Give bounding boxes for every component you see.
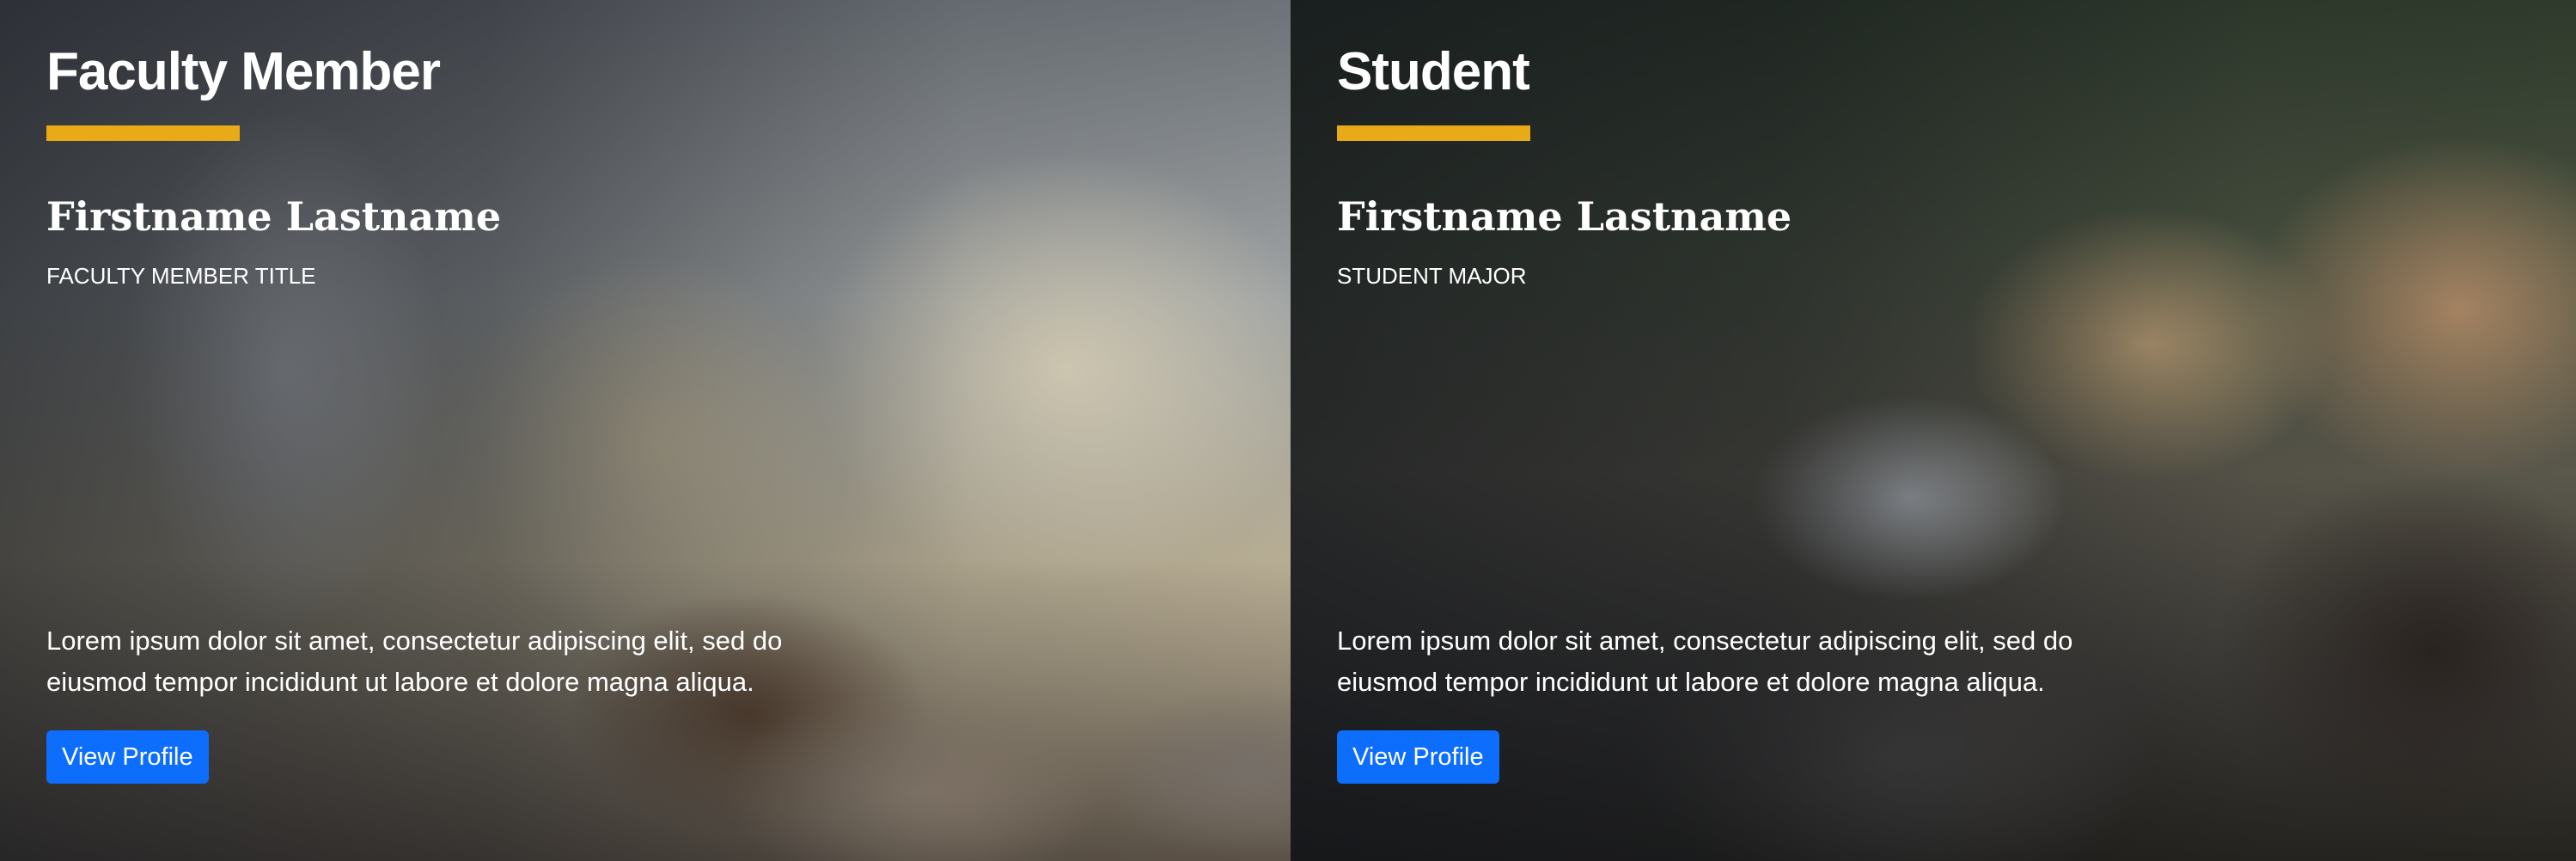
view-profile-button[interactable]: View Profile (46, 730, 209, 784)
faculty-card: Faculty Member Firstname Lastname FACULT… (0, 0, 1291, 861)
student-card-content: Student Firstname Lastname STUDENT MAJOR… (1337, 0, 2576, 861)
card-heading: Student (1337, 42, 1530, 101)
accent-bar (46, 125, 240, 141)
accent-bar (1337, 125, 1530, 141)
card-description: Lorem ipsum dolor sit amet, consectetur … (46, 626, 783, 697)
card-heading: Faculty Member (46, 42, 441, 101)
view-profile-button[interactable]: View Profile (1337, 730, 1499, 784)
person-title: FACULTY MEMBER TITLE (46, 263, 316, 289)
student-card: Student Firstname Lastname STUDENT MAJOR… (1291, 0, 2576, 861)
person-name: Firstname Lastname (46, 193, 502, 240)
faculty-card-content: Faculty Member Firstname Lastname FACULT… (46, 0, 1291, 861)
person-name: Firstname Lastname (1337, 193, 1792, 240)
person-major: STUDENT MAJOR (1337, 263, 1527, 289)
profile-cards: Faculty Member Firstname Lastname FACULT… (0, 0, 2576, 861)
card-description: Lorem ipsum dolor sit amet, consectetur … (1337, 626, 2073, 697)
